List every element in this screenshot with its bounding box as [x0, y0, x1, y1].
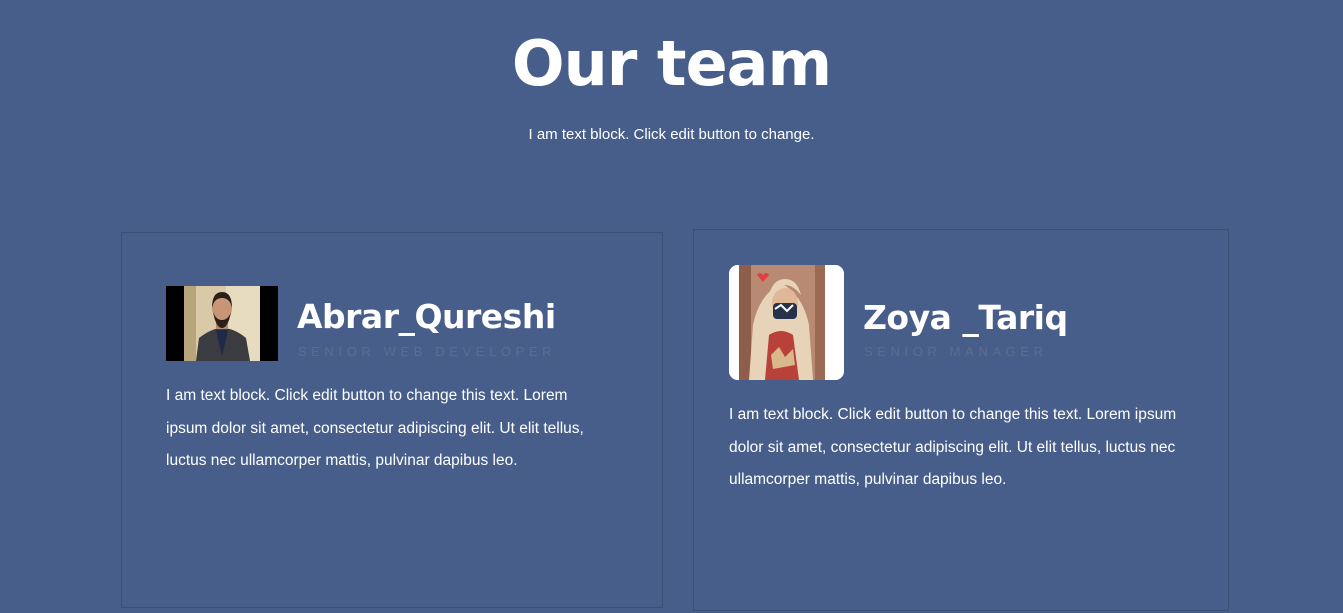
- member-photo: [729, 265, 844, 380]
- section-title: Our team: [511, 27, 832, 100]
- member-role: Senior Manager: [864, 344, 1048, 359]
- member-bio: I am text block. Click edit button to ch…: [729, 406, 1177, 488]
- person-photo-icon: [729, 265, 844, 380]
- person-photo-icon: [166, 286, 278, 361]
- member-bio: I am text block. Click edit button to ch…: [166, 387, 584, 469]
- team-member-card: Abrar_Qureshi Senior Web Developer I am …: [121, 232, 663, 608]
- team-member-card: Zoya _Tariq Senior Manager I am text blo…: [693, 229, 1229, 611]
- team-section: Our team I am text block. Click edit but…: [0, 0, 1343, 613]
- member-name: Zoya _Tariq: [863, 298, 1068, 337]
- section-subtitle: I am text block. Click edit button to ch…: [528, 126, 815, 143]
- member-name: Abrar_Qureshi: [297, 297, 556, 336]
- member-photo: [166, 286, 278, 361]
- member-role: Senior Web Developer: [298, 344, 557, 359]
